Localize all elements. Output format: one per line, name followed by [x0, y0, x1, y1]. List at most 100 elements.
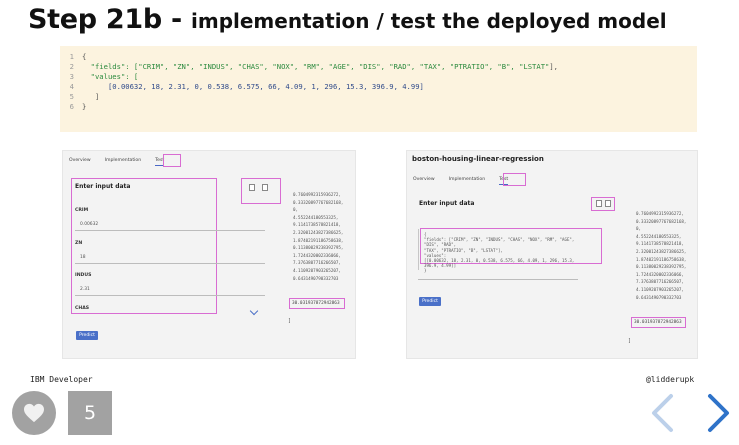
code-line: 6 }	[60, 102, 697, 112]
line-number: 4	[69, 82, 74, 91]
field-value-zn[interactable]: 18	[80, 255, 86, 260]
tab-implementation[interactable]: Implementation	[449, 177, 485, 182]
json-input-text[interactable]: { "fields": ["CRIM", "ZN", "INDUS", "CHA…	[424, 232, 580, 274]
coefficient-value: 1.7244320002336066,	[293, 252, 341, 258]
closing-bracket: ]	[288, 318, 292, 324]
json-line: [[0.00632, 18, 2.31, 0, 0.538, 6.575, 66…	[424, 258, 575, 269]
coefficient-value: 4.1109207903265207,	[636, 286, 684, 292]
values-key: "values": [	[90, 72, 139, 81]
code-text: "values": [	[82, 72, 139, 82]
coefficient-value: 0.33320897767682168,	[293, 199, 344, 205]
predict-button[interactable]: Predict	[76, 331, 98, 340]
input-form-highlight	[71, 178, 217, 314]
coefficient-value: 0,	[293, 207, 299, 213]
tab-implementation[interactable]: Implementation	[105, 158, 141, 163]
fields-close: ],	[549, 62, 559, 71]
field-label-crim: CRIM	[75, 208, 89, 213]
tab-overview[interactable]: Overview	[69, 158, 91, 163]
code-text: }	[82, 102, 87, 111]
coefficient-value: 1.87402191186758638,	[293, 237, 344, 243]
field-underline	[75, 230, 265, 231]
json-view-icon[interactable]	[262, 184, 268, 191]
prediction-result: 30.031937872942863	[292, 301, 340, 306]
code-line: 3 "values": [	[60, 72, 697, 82]
field-value-crim[interactable]: 0.00632	[80, 222, 98, 227]
like-button[interactable]	[12, 391, 56, 435]
coefficient-value: 9.1141738578821418,	[293, 222, 341, 228]
coefficient-value: 9.1141738578821418,	[636, 241, 684, 247]
code-text: {	[82, 52, 87, 61]
bracket-close: ]	[94, 92, 100, 101]
footer-brand: IBM Developer	[30, 375, 93, 384]
coefficient-value: 4.552244180553325,	[636, 233, 682, 239]
coefficient-value: 0.11380029238392795,	[293, 245, 344, 251]
code-line: 4 [0.00632, 18, 2.31, 0, 0.538, 6.575, 6…	[60, 82, 697, 92]
right-coefficients: 0.7604992315936272, 0.33320897767682168,…	[636, 210, 686, 301]
fields-list: "CRIM", "ZN", "INDUS", "CHAS", "NOX", "R…	[138, 62, 550, 71]
prev-slide-button[interactable]	[649, 393, 675, 437]
json-line: }	[424, 268, 427, 274]
coefficient-value: 2.32001243827386625,	[293, 229, 344, 235]
list-view-icon[interactable]	[596, 200, 602, 207]
line-number: 3	[69, 72, 74, 81]
list-view-icon[interactable]	[249, 184, 255, 191]
line-number: 6	[69, 102, 74, 111]
coefficient-value: 1.87402191186758638,	[636, 256, 687, 262]
json-line: "fields": ["CRIM", "ZN", "INDUS", "CHAS"…	[424, 237, 575, 248]
coefficient-value: 0.11380029238392795,	[636, 264, 687, 270]
line-number: 5	[69, 92, 74, 101]
tab-test-highlight	[163, 154, 181, 167]
coefficient-value: 0.7604992315936272,	[636, 211, 684, 216]
model-title: boston-housing-linear-regression	[412, 155, 544, 163]
coefficient-value: 2.32001243827386625,	[636, 248, 687, 254]
coefficient-value: 0,	[636, 226, 642, 232]
like-count: 5	[68, 391, 112, 435]
field-value-indus[interactable]: 2.31	[80, 287, 90, 292]
tab-test-highlight	[503, 173, 526, 186]
footer-handle: @lidderupk	[646, 375, 695, 384]
fields-key: "fields": [	[90, 62, 139, 71]
step-description: implementation / test the deployed model	[191, 9, 667, 33]
field-underline	[75, 263, 265, 264]
predict-button[interactable]: Predict	[419, 297, 441, 306]
coefficient-value: 1.7244320002336066,	[636, 271, 684, 277]
coefficient-value: 4.1109207903265207,	[293, 267, 341, 273]
coefficient-value: 4.552244180553325,	[293, 214, 339, 220]
code-text: [0.00632, 18, 2.31, 0, 0.538, 6.575, 66,…	[82, 82, 424, 92]
json-view-icon[interactable]	[605, 200, 611, 207]
coefficient-value: 0.7604992315936272,	[293, 192, 341, 197]
coefficient-value: 0.6431490790332703	[636, 294, 682, 300]
line-number: 2	[69, 62, 74, 71]
coefficient-value: 0.6431490790332703	[293, 275, 339, 281]
coefficient-value: 0.33320897767682168,	[636, 218, 687, 224]
field-underline	[75, 295, 265, 296]
values-list: [0.00632, 18, 2.31, 0, 0.538, 6.575, 66,…	[107, 82, 424, 91]
heart-icon	[24, 403, 44, 423]
field-underline	[418, 279, 578, 280]
code-line: 2 "fields": ["CRIM", "ZN", "INDUS", "CHA…	[60, 62, 697, 72]
left-tabs: Overview Implementation Test	[69, 158, 165, 166]
field-label-indus: INDUS	[75, 273, 92, 278]
code-text: ]	[82, 92, 99, 102]
line-number: 1	[69, 52, 74, 61]
left-coefficients: 0.7604992315936272, 0.33320897767682168,…	[293, 191, 343, 282]
prediction-result: 30.031937872942863	[634, 320, 682, 325]
code-text: "fields": ["CRIM", "ZN", "INDUS", "CHAS"…	[82, 62, 558, 72]
form-title: Enter input data	[75, 183, 131, 190]
tab-overview[interactable]: Overview	[413, 177, 435, 182]
field-label-zn: ZN	[75, 241, 83, 246]
next-slide-button[interactable]	[706, 393, 732, 437]
coefficient-value: 7.3763807716266507,	[636, 279, 684, 285]
right-tabs: Overview Implementation Test	[413, 177, 509, 185]
chevron-right-icon	[708, 394, 729, 432]
view-toggle-highlight	[591, 197, 615, 211]
view-toggle-highlight	[241, 178, 281, 204]
coefficient-value: 7.3763807716266507,	[293, 260, 341, 266]
closing-bracket: ]	[628, 338, 632, 344]
chevron-left-icon	[652, 394, 673, 432]
code-line: 5 ]	[60, 92, 697, 102]
slide-title: Step 21b - implementation / test the dep…	[28, 4, 667, 35]
step-label: Step 21b -	[28, 4, 191, 35]
form-title: Enter input data	[419, 200, 475, 207]
field-label-chas: CHAS	[75, 306, 90, 311]
